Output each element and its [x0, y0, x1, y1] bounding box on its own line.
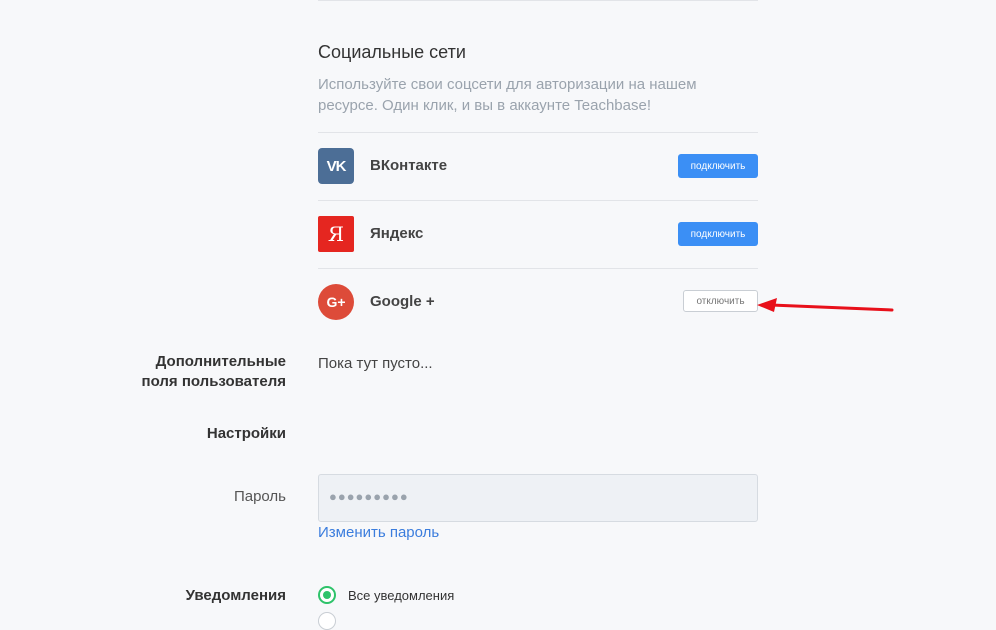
connect-yandex-button[interactable]: подключить [678, 222, 758, 246]
social-section-title: Социальные сети [318, 42, 466, 62]
radio-unselected-icon[interactable] [318, 612, 336, 630]
settings-label: Настройки [206, 425, 286, 442]
change-password-link[interactable]: Изменить пароль [318, 524, 439, 541]
vk-icon: VK [318, 148, 354, 184]
notifications-label: Уведомления [185, 587, 286, 604]
google-plus-icon: G+ [318, 284, 354, 320]
social-section-description: Используйте свои соцсети для авторизации… [318, 76, 697, 114]
notification-option-label: Все уведомления [348, 587, 455, 603]
social-name-vk: ВКонтакте [370, 157, 448, 174]
radio-selected-icon[interactable] [318, 586, 336, 604]
social-name-google-plus: Google + [370, 293, 435, 310]
disconnect-google-plus-button[interactable]: отключить [683, 290, 758, 312]
social-row-yandex: Я Яндекс подключить [318, 200, 758, 269]
connect-vk-button[interactable]: подключить [678, 154, 758, 178]
password-mask: ●●●●●●●●● [329, 489, 409, 504]
divider-top [318, 0, 758, 1]
extra-fields-empty-text: Пока тут пусто... [318, 355, 433, 372]
annotation-arrow-icon [757, 298, 894, 312]
notification-option-all[interactable]: Все уведомления [318, 586, 454, 604]
social-name-yandex: Яндекс [370, 225, 424, 242]
notification-option-second[interactable] [318, 612, 336, 630]
social-row-vk: VK ВКонтакте подключить [318, 132, 758, 201]
yandex-icon: Я [318, 216, 354, 252]
password-label: Пароль [233, 488, 286, 505]
extra-fields-label: Дополнительные поля пользователя [141, 353, 286, 390]
social-row-google-plus: G+ Google + отключить [318, 268, 758, 337]
password-field[interactable]: ●●●●●●●●● [318, 474, 758, 522]
